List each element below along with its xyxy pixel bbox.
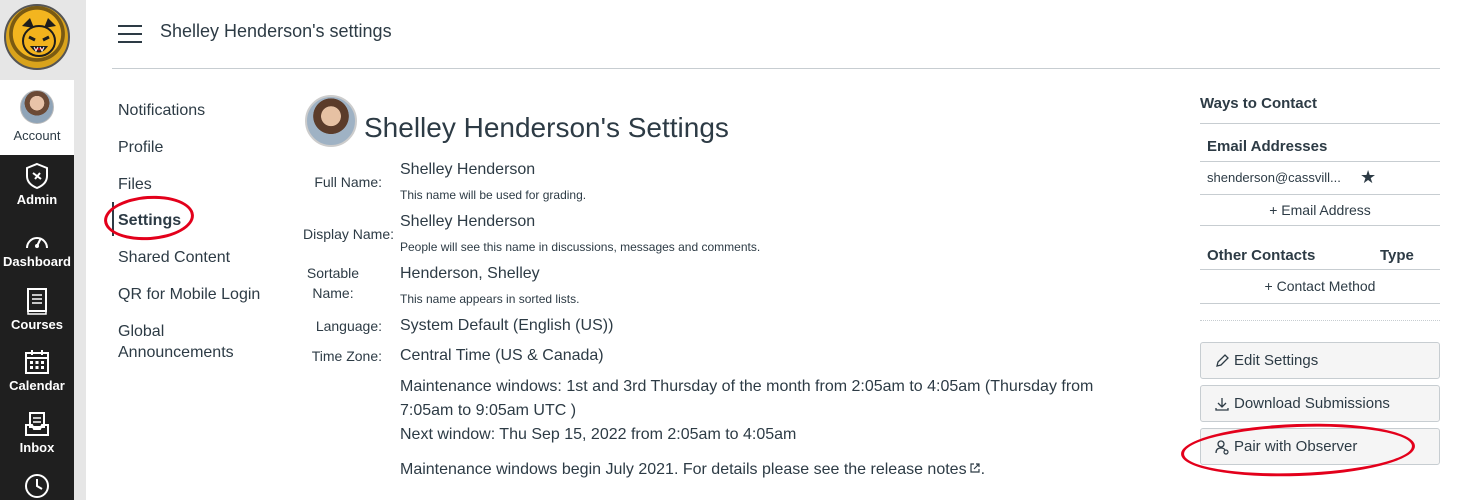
nav-calendar-label: Calendar: [9, 378, 65, 393]
email-addresses-heading: Email Addresses: [1207, 138, 1328, 155]
release-notes-end: .: [980, 461, 986, 478]
divider: [1200, 269, 1440, 270]
settings-annotation-circle: [102, 192, 196, 244]
nav-scrollbar[interactable]: [74, 0, 86, 500]
nav-inbox-label: Inbox: [19, 440, 55, 455]
time-zone-label: Time Zone:: [311, 348, 382, 364]
dashboard-gauge-icon: [26, 237, 48, 249]
divider: [1200, 123, 1440, 124]
plus-icon: +: [1264, 278, 1273, 294]
edit-settings-button[interactable]: Edit Settings: [1200, 342, 1440, 379]
nav-account-label: Account: [13, 128, 61, 143]
download-submissions-label: Download Submissions: [1234, 395, 1390, 412]
display-name-value: Shelley Henderson: [400, 213, 536, 230]
dotted-divider: [1200, 320, 1440, 321]
inbox-icon: [25, 412, 49, 436]
page-header-title: Shelley Henderson's settings: [160, 21, 392, 41]
language-value: System Default (English (US)): [400, 317, 614, 334]
maintenance-windows-text: Maintenance windows: 1st and 3rd Thursda…: [400, 378, 1094, 419]
add-contact-label: Contact Method: [1276, 278, 1376, 294]
header-divider: [112, 68, 1440, 69]
menu-profile[interactable]: Profile: [118, 137, 163, 158]
nav-account[interactable]: Account: [0, 80, 74, 155]
edit-settings-label: Edit Settings: [1234, 352, 1319, 369]
institution-logo[interactable]: [0, 0, 74, 80]
menu-qr-mobile-login[interactable]: QR for Mobile Login: [118, 284, 260, 305]
sortable-name-value: Henderson, Shelley: [400, 265, 540, 282]
shield-icon: [26, 162, 48, 190]
nav-courses-label: Courses: [10, 317, 64, 332]
ways-to-contact-heading: Ways to Contact: [1200, 95, 1317, 112]
default-email-star-icon[interactable]: ★: [1360, 167, 1376, 188]
divider: [1200, 161, 1440, 162]
display-name-hint: People will see this name in discussions…: [400, 240, 761, 254]
nav-dashboard[interactable]: Dashboard: [0, 228, 74, 269]
menu-files[interactable]: Files: [118, 174, 152, 195]
nav-admin-label: Admin: [16, 192, 58, 207]
menu-global-announcements[interactable]: Global Announcements: [118, 321, 248, 363]
calendar-icon: [25, 350, 49, 374]
pencil-icon: [1216, 353, 1229, 367]
maintenance-info: Maintenance windows: 1st and 3rd Thursda…: [400, 375, 1120, 447]
nav-inbox[interactable]: Inbox: [0, 410, 74, 455]
nav-courses[interactable]: Courses: [0, 287, 74, 332]
menu-shared-content[interactable]: Shared Content: [118, 247, 230, 268]
download-submissions-button[interactable]: Download Submissions: [1200, 385, 1440, 422]
release-notes-text: Maintenance windows begin July 2021. For…: [400, 461, 985, 479]
other-contacts-heading: Other Contacts: [1207, 247, 1316, 264]
divider: [1200, 225, 1440, 226]
full-name-label: Full Name:: [314, 174, 382, 190]
sortable-name-hint: This name appears in sorted lists.: [400, 292, 580, 306]
display-name-label: Display Name:: [302, 226, 394, 242]
nav-history[interactable]: [0, 472, 74, 500]
add-contact-method-link[interactable]: + Contact Method: [1200, 278, 1440, 294]
profile-picture[interactable]: [305, 95, 357, 147]
hamburger-menu-icon[interactable]: [118, 25, 142, 43]
sortable-name-label: Sortable Name:: [306, 265, 360, 301]
next-window-text: Next window: Thu Sep 15, 2022 from 2:05a…: [400, 426, 797, 443]
add-email-address-link[interactable]: + Email Address: [1200, 202, 1440, 218]
language-label: Language:: [315, 318, 382, 334]
divider: [1200, 303, 1440, 304]
full-name-hint: This name will be used for grading.: [400, 188, 587, 202]
divider: [1200, 194, 1440, 195]
wildcat-logo-icon: [4, 4, 70, 70]
clock-icon: [25, 474, 49, 498]
nav-calendar[interactable]: Calendar: [0, 348, 74, 393]
email-address-entry[interactable]: shenderson@cassvill...: [1207, 170, 1341, 185]
type-column-heading: Type: [1380, 247, 1414, 264]
time-zone-value: Central Time (US & Canada): [400, 347, 604, 364]
nav-admin[interactable]: Admin: [0, 162, 74, 207]
release-notes-begin: Maintenance windows begin July 2021. For…: [400, 461, 967, 478]
book-icon: [27, 288, 47, 315]
menu-notifications[interactable]: Notifications: [118, 100, 205, 121]
plus-icon: +: [1269, 202, 1278, 218]
full-name-value: Shelley Henderson: [400, 161, 536, 178]
add-email-label: Email Address: [1281, 202, 1371, 218]
global-nav: Account Admin Dashboard Courses Calendar…: [0, 0, 74, 500]
external-link-icon[interactable]: [967, 461, 981, 478]
nav-dashboard-label: Dashboard: [3, 254, 71, 269]
account-avatar: [20, 90, 54, 124]
settings-title: Shelley Henderson's Settings: [364, 112, 729, 143]
download-icon: [1215, 397, 1229, 411]
